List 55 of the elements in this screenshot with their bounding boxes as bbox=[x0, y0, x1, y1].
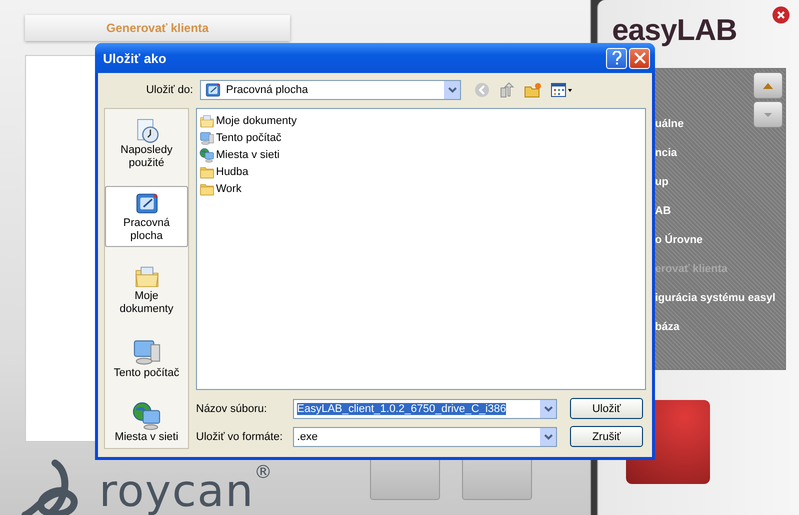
place-label: Moje dokumenty bbox=[118, 290, 174, 316]
cancel-button[interactable]: Zrušiť bbox=[570, 426, 643, 447]
save-in-value: Pracovná plocha bbox=[226, 84, 309, 96]
down-triangle-icon bbox=[764, 112, 772, 116]
file-name-label: Názov súboru: bbox=[196, 402, 268, 414]
chevron-down-icon bbox=[544, 406, 552, 412]
file-name[interactable]: Work bbox=[216, 182, 242, 194]
menu-item[interactable]: up bbox=[655, 174, 785, 190]
place-item[interactable]: Miesta v sieti bbox=[105, 396, 188, 448]
file-type-dropdown[interactable]: .exe bbox=[293, 426, 557, 446]
file-name[interactable]: Hudba bbox=[216, 166, 248, 178]
file-name[interactable]: Tento počítač bbox=[216, 132, 282, 144]
place-label: Tento počítač bbox=[114, 367, 180, 380]
save-button[interactable]: Uložiť bbox=[570, 398, 643, 419]
scroll-down-button[interactable] bbox=[753, 101, 783, 128]
desktop-icon bbox=[204, 81, 222, 99]
file-name-field[interactable]: EasyLAB_client_1.0.2_6750_drive_C_i386 bbox=[293, 398, 557, 418]
document-folder-icon bbox=[199, 112, 215, 128]
place-item[interactable]: Tento počítač bbox=[105, 332, 188, 384]
place-label: Naposledy použité bbox=[120, 144, 174, 170]
close-icon bbox=[634, 52, 646, 64]
network-computer-icon bbox=[199, 146, 215, 162]
menu-item[interactable]: uálne bbox=[655, 116, 785, 132]
file-name[interactable]: Miesta v sieti bbox=[216, 148, 280, 160]
close-icon[interactable] bbox=[772, 6, 790, 24]
file-type-value: .exe bbox=[297, 430, 319, 442]
up-triangle-icon bbox=[763, 82, 773, 88]
menu-item[interactable]: AB bbox=[655, 203, 785, 219]
view-menu-icon[interactable] bbox=[551, 83, 573, 97]
menu-item[interactable]: o Úrovne bbox=[655, 232, 785, 248]
place-label: Miesta v sieti bbox=[114, 431, 178, 444]
network-computer-icon bbox=[130, 400, 162, 431]
chevron-down-icon bbox=[448, 87, 456, 93]
question-mark-icon bbox=[612, 51, 622, 65]
menu-item[interactable]: báza bbox=[655, 319, 785, 335]
file-type-label: Uložiť vo formáte: bbox=[196, 430, 284, 442]
dialog-title: Uložiť ako bbox=[103, 50, 168, 66]
menu-item[interactable]: igurácia systému easyl bbox=[655, 290, 785, 306]
place-item[interactable]: Naposledy použité bbox=[105, 113, 188, 174]
place-label: Pracovná plocha bbox=[122, 217, 171, 243]
place-item[interactable]: Pracovná plocha bbox=[105, 186, 188, 247]
help-button[interactable] bbox=[606, 48, 627, 68]
chevron-down-icon bbox=[544, 434, 552, 440]
computer-icon bbox=[199, 130, 215, 146]
scroll-up-button[interactable] bbox=[753, 72, 783, 99]
save-in-dropdown[interactable]: Pracovná plocha bbox=[200, 80, 461, 100]
file-name[interactable]: Moje dokumenty bbox=[216, 114, 297, 126]
menu-item[interactable]: ncia bbox=[655, 145, 785, 161]
place-item[interactable]: Moje dokumenty bbox=[105, 259, 188, 320]
close-button[interactable] bbox=[629, 48, 650, 68]
up-folder-icon[interactable] bbox=[499, 82, 515, 98]
new-folder-icon[interactable] bbox=[524, 82, 542, 98]
save-in-label: Uložiť do: bbox=[145, 84, 193, 96]
easylab-logo-text: easyLAB bbox=[612, 14, 737, 48]
file-name-value: EasyLAB_client_1.0.2_6750_drive_C_i386 bbox=[297, 402, 506, 414]
